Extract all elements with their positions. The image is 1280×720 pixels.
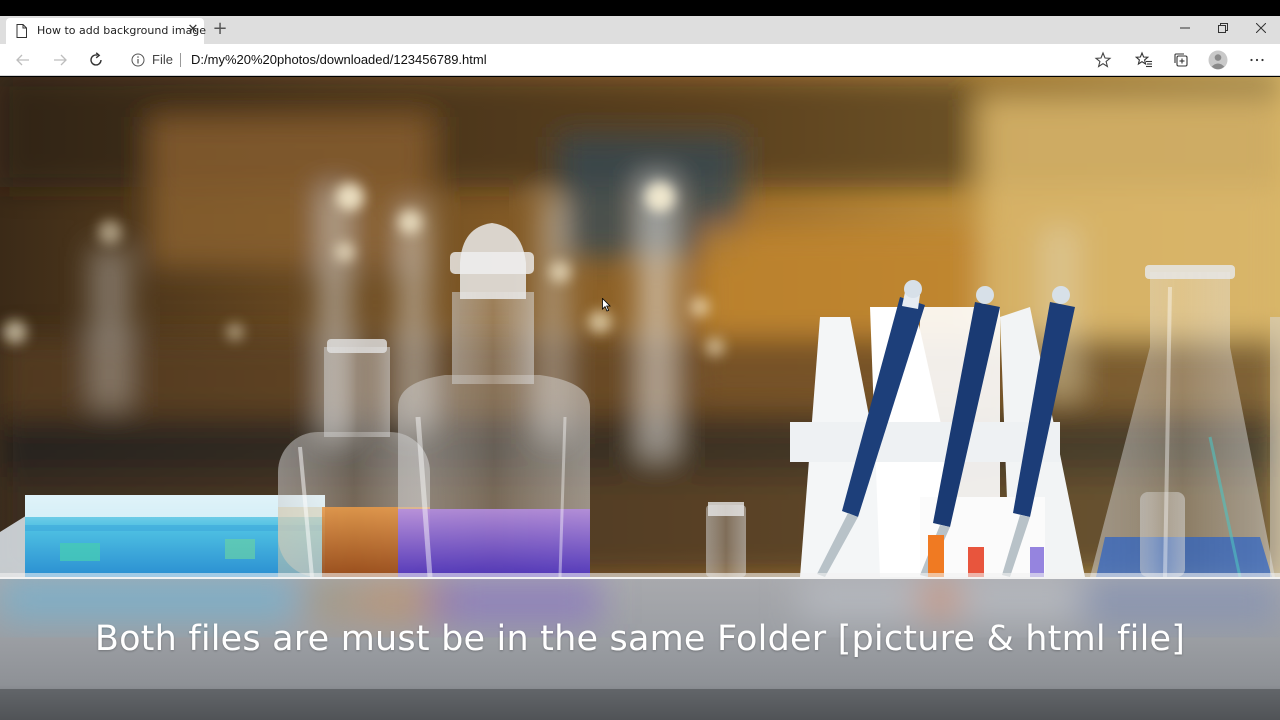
forward-button[interactable]: [49, 49, 71, 71]
profile-icon: [1208, 50, 1228, 70]
restore-icon: [1218, 23, 1228, 33]
tab-title: How to add background image: [37, 24, 207, 37]
window-close-button[interactable]: [1242, 16, 1280, 40]
profile-button[interactable]: [1207, 49, 1229, 71]
minimize-icon: [1180, 27, 1190, 29]
star-icon[interactable]: [1093, 50, 1113, 70]
collections-button[interactable]: [1170, 49, 1192, 71]
page-viewport: Both files are must be in the same Folde…: [0, 77, 1280, 720]
url-text[interactable]: D:/my%20%20photos/downloaded/123456789.h…: [191, 52, 487, 67]
address-separator: [180, 53, 181, 67]
address-bar[interactable]: File D:/my%20%20photos/downloaded/123456…: [121, 47, 1126, 73]
tab-strip: How to add background image ✕ +: [0, 16, 1280, 44]
favorites-icon: [1135, 51, 1152, 68]
back-button[interactable]: [12, 49, 34, 71]
info-icon[interactable]: [131, 53, 145, 67]
caption-text: Both files are must be in the same Folde…: [94, 619, 1186, 659]
screen-top-edge: [0, 0, 1280, 16]
more-icon: [1250, 58, 1264, 62]
mouse-cursor-icon: [602, 298, 611, 312]
caption-band: Both files are must be in the same Folde…: [0, 577, 1280, 720]
minimize-button[interactable]: [1166, 16, 1204, 40]
more-button[interactable]: [1246, 49, 1268, 71]
restore-button[interactable]: [1204, 16, 1242, 40]
forward-arrow-icon: [54, 54, 67, 66]
scheme-label: File: [152, 52, 173, 67]
tab-close-icon[interactable]: ✕: [186, 23, 200, 37]
tab-active[interactable]: How to add background image ✕: [6, 18, 207, 44]
close-icon: [1256, 23, 1266, 33]
browser-toolbar: File D:/my%20%20photos/downloaded/123456…: [0, 44, 1280, 76]
background-image: [0, 77, 1280, 577]
collections-icon: [1174, 53, 1188, 67]
new-tab-button[interactable]: +: [211, 19, 229, 39]
back-arrow-icon: [16, 54, 29, 66]
reload-icon: [90, 52, 102, 66]
reload-button[interactable]: [85, 49, 107, 71]
browser-window: How to add background image ✕ + File D:/…: [0, 0, 1280, 720]
page-icon: [16, 24, 27, 38]
favorites-button[interactable]: [1133, 49, 1155, 71]
